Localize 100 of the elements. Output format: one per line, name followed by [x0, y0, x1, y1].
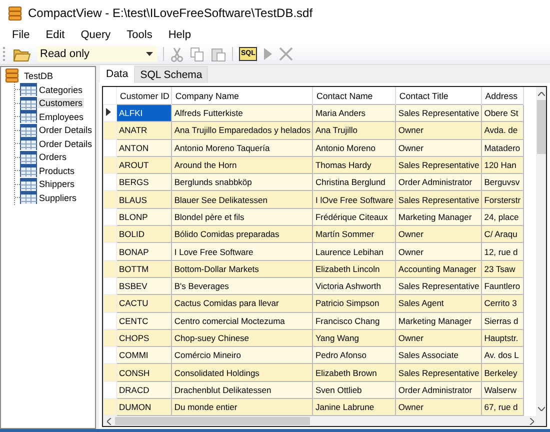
table-cell: Bólido Comidas preparadas: [172, 226, 313, 243]
table-cell: Elizabeth Lincoln: [312, 260, 396, 278]
menu-item[interactable]: File: [4, 29, 38, 41]
table-cell: Du monde entier: [172, 398, 313, 416]
table-cell: Berguvsv: [482, 174, 524, 191]
tab[interactable]: SQL Schema: [134, 66, 208, 83]
table-cell: 24, place: [482, 208, 524, 226]
table-cell: Cerrito 3: [482, 294, 524, 312]
table-cell: Francisco Chang: [312, 312, 396, 330]
mode-dropdown[interactable]: Read only: [37, 46, 157, 62]
scroll-right-icon[interactable]: [530, 418, 534, 424]
table-cell: Maria Anders: [312, 104, 396, 122]
tree-item[interactable]: Employees: [38, 112, 85, 122]
tree-item[interactable]: Shippers: [38, 179, 76, 190]
table-cell: COMMI: [116, 346, 172, 364]
table-cell: Avda. de: [482, 122, 524, 140]
table-cell: I lOve Free Software: [312, 190, 396, 208]
scroll-thumb[interactable]: [115, 417, 310, 425]
table-cell: CHOPS: [116, 329, 172, 347]
table-cell: Owner: [396, 122, 482, 140]
table-icon: [20, 164, 37, 178]
window-title: CompactView - E:\test\ILoveFreeSoftware\TestDB.sdf: [28, 6, 313, 20]
table-cell: Janine Labrune: [312, 398, 396, 416]
table-cell: Yang Wang: [312, 329, 396, 347]
table-cell: Ana Trujillo: [312, 122, 396, 140]
table-cell: Sales Representative: [396, 190, 482, 208]
column-header[interactable]: Address: [482, 87, 524, 104]
tree-item[interactable]: Order Details: [38, 125, 94, 136]
folder-icon[interactable]: [13, 46, 31, 62]
table-cell: ANATR: [116, 122, 172, 140]
table-cell: C/ Araqu: [482, 226, 524, 243]
table-cell: Ana Trujillo Emparedados y helados: [172, 122, 313, 140]
column-header[interactable]: Contact Title: [396, 87, 482, 104]
menu-item[interactable]: Query: [72, 29, 119, 41]
table-cell: Av. dos L: [482, 346, 524, 364]
table-cell: Order Administrator: [396, 381, 482, 399]
table-cell: Accounting Manager: [396, 260, 482, 278]
table-cell: Blondel père et fils: [172, 208, 313, 226]
column-header[interactable]: Customer ID: [116, 87, 172, 104]
table-icon: [20, 110, 37, 124]
table-cell: Chop-suey Chinese: [172, 329, 313, 347]
tree-item[interactable]: Customers: [38, 98, 84, 108]
table-cell: CONSH: [116, 364, 172, 382]
tab[interactable]: Data: [100, 65, 134, 83]
table-cell: CENTC: [116, 312, 172, 330]
scroll-left-icon[interactable]: [107, 418, 111, 424]
table-cell: 12, rue d: [482, 242, 524, 260]
database-icon: [8, 6, 22, 20]
scroll-up-icon[interactable]: [538, 92, 544, 96]
tree-item[interactable]: Categories: [38, 84, 84, 95]
table-cell: CACTU: [116, 294, 172, 312]
table-cell: Order Administrator: [396, 174, 482, 191]
table-icon: [20, 137, 37, 150]
table-cell: Sales Agent: [396, 294, 482, 312]
table-icon: [20, 150, 37, 164]
table-cell: Hauptstr.: [482, 329, 524, 347]
table-icon: [20, 96, 37, 110]
scroll-thumb[interactable]: [536, 100, 546, 154]
table-cell: Martín Sommer: [312, 226, 396, 243]
table-cell: Owner: [396, 139, 482, 156]
tree-item[interactable]: Orders: [38, 152, 68, 162]
table-cell: 120 Han: [482, 156, 524, 174]
table-cell: ALFKI: [116, 104, 172, 122]
table-cell: Sales Representative: [396, 277, 482, 295]
table-cell: Sales Representative: [396, 364, 482, 382]
table-cell: Around the Horn: [172, 156, 313, 174]
dropdown-arrow-icon: [146, 52, 153, 56]
table-cell: Drachenblut Delikatessen: [172, 381, 313, 399]
table-cell: AROUT: [116, 156, 172, 174]
table-cell: Sales Associate: [396, 346, 482, 364]
table-cell: Berglunds snabbköp: [172, 174, 313, 191]
vertical-scrollbar[interactable]: [536, 87, 546, 416]
table-cell: DUMON: [116, 398, 172, 416]
table-cell: Antonio Moreno: [312, 139, 396, 156]
table-cell: Elizabeth Brown: [312, 364, 396, 382]
table-cell: Obere St: [482, 104, 524, 122]
tree-item[interactable]: Suppliers: [38, 192, 78, 203]
tree-item[interactable]: Order Details: [38, 138, 94, 149]
table-cell: Walserw: [482, 381, 524, 399]
table-cell: Sven Ottlieb: [312, 381, 396, 399]
table-cell: Patricio Simpson: [312, 294, 396, 312]
column-header[interactable]: Contact Name: [312, 87, 396, 104]
table-cell: Fauntlero: [482, 277, 524, 295]
table-cell: Thomas Hardy: [312, 156, 396, 174]
menu-item[interactable]: Tools: [118, 29, 160, 41]
table-cell: Consolidated Holdings: [172, 364, 313, 382]
table-cell: Alfreds Futterkiste: [172, 104, 313, 122]
table-cell: Antonio Moreno Taquería: [172, 139, 313, 156]
table-cell: BLONP: [116, 208, 172, 226]
table-cell: BOTTM: [116, 260, 172, 278]
tree-item[interactable]: TestDB: [23, 70, 54, 80]
column-header[interactable]: Company Name: [172, 87, 313, 104]
tree-item[interactable]: Products: [38, 166, 76, 176]
table-cell: BONAP: [116, 242, 172, 260]
database-icon: [5, 68, 19, 83]
table-cell: 67, rue d: [482, 398, 524, 416]
menu-item[interactable]: Help: [160, 29, 199, 41]
horizontal-scrollbar[interactable]: [103, 416, 546, 426]
scroll-down-icon[interactable]: [538, 407, 544, 411]
menu-item[interactable]: Edit: [38, 29, 73, 41]
